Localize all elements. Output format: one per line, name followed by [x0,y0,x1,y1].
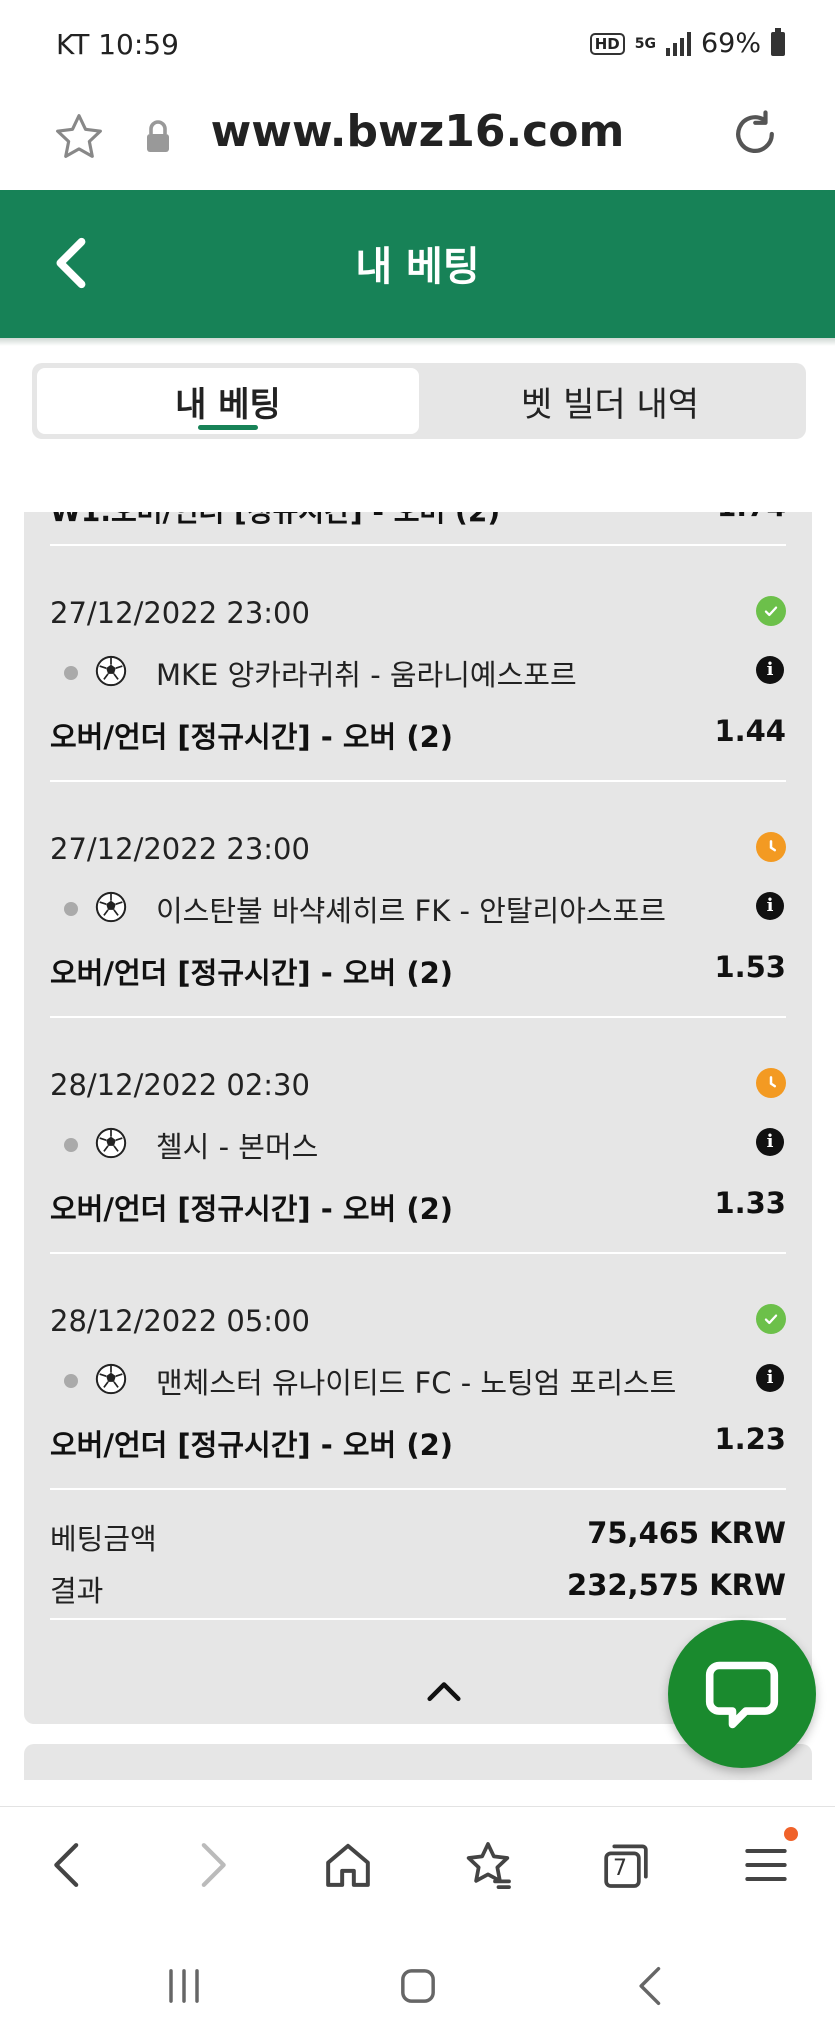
market-row: 오버/언더 [정규시간] - 오버 (2) 1.23 [50,1422,786,1464]
status-dot [64,1374,78,1388]
divider [50,1618,786,1620]
info-icon[interactable]: i [756,1128,784,1156]
won-check-icon [756,596,786,626]
battery-icon [771,27,785,56]
signal-icon [665,31,691,56]
pending-clock-icon [756,832,786,862]
pending-clock-icon [756,1068,786,1098]
bet-slip-card: W1.오버/언더 [정규시간] - 오버 (2) 1.74 27/12/2022… [24,512,812,1724]
won-check-icon [756,1304,786,1334]
browser-forward-icon[interactable] [184,1837,240,1893]
battery-percent: 69% [700,28,761,59]
recent-apps-icon[interactable] [158,1960,210,2012]
match-row: 맨체스터 유나이티드 FC - 노팅엄 포리스트 i [50,1358,786,1400]
hamburger-menu-icon [745,1849,787,1881]
tab-my-bets[interactable]: 내 베팅 [37,368,419,434]
info-icon[interactable]: i [756,1364,784,1392]
reload-icon[interactable] [727,106,783,162]
bet-date: 28/12/2022 05:00 [50,1304,310,1338]
soccer-ball-icon [95,891,127,923]
odds-value: 1.44 [714,714,786,748]
match-name: 첼시 - 본머스 [156,1130,319,1164]
match-name: MKE 앙카라귀취 - 움라니예스포르 [156,658,577,692]
status-dot [64,902,78,916]
info-icon[interactable]: i [756,892,784,920]
bet-selection: 27/12/2022 23:00 MKE 앙카라귀취 - 움라니예스포르 i 오… [50,512,786,782]
match-name: 맨체스터 유나이티드 FC - 노팅엄 포리스트 [156,1366,677,1400]
collapse-chevron-up-icon[interactable] [424,1678,464,1704]
result-label: 결과 [50,1574,104,1608]
bet-tabs: 내 베팅 벳 빌더 내역 [32,363,806,439]
match-name: 이스탄불 바샥셰히르 FK - 안탈리아스포르 [156,894,666,928]
bet-selection: 28/12/2022 02:30 첼시 - 본머스 i 오버/언더 [정규시간]… [50,984,786,1254]
tab-bet-builder-history[interactable]: 벳 빌더 내역 [419,368,801,434]
info-icon[interactable]: i [756,656,784,684]
bet-selection: 28/12/2022 05:00 맨체스터 유나이티드 FC - 노팅엄 포리스… [50,1220,786,1490]
match-row: MKE 앙카라귀취 - 움라니예스포르 i [50,650,786,692]
bet-date: 27/12/2022 23:00 [50,832,310,866]
divider [50,1488,786,1490]
status-bar: KT 10:59 HD 5G 69% [0,0,835,88]
tab-count: 7 [613,1856,627,1881]
result-value: 232,575 KRW [567,1568,786,1602]
status-icons: HD 5G 69% [589,27,785,59]
bet-date: 28/12/2022 02:30 [50,1068,310,1102]
result-row: 결과 232,575 KRW [50,1568,786,1620]
odds-value: 1.53 [714,950,786,984]
hd-icon: HD [589,32,625,55]
header-shadow [0,338,835,346]
network-5g-icon: 5G [634,35,656,52]
browser-url-bar: www.bwz16.com [0,88,835,190]
chat-bubble-icon [705,1661,779,1729]
browser-bottom-nav: 7 [0,1806,835,1926]
page-title: 내 베팅 [355,244,480,290]
stake-row: 베팅금액 75,465 KRW [50,1516,786,1568]
bet-date: 27/12/2022 23:00 [50,596,310,630]
home-icon[interactable] [320,1837,376,1893]
status-dot [64,1138,78,1152]
stake-value: 75,465 KRW [587,1516,786,1550]
status-dot [64,666,78,680]
url-text[interactable]: www.bwz16.com [0,106,835,157]
soccer-ball-icon [95,655,127,687]
soccer-ball-icon [95,1363,127,1395]
market-name: 오버/언더 [정규시간] - 오버 (2) [50,1428,454,1462]
carrier-time: KT 10:59 [56,28,179,61]
odds-value: 1.23 [714,1422,786,1456]
stake-label: 베팅금액 [50,1522,157,1556]
notification-dot [784,1827,798,1841]
match-row: 첼시 - 본머스 i [50,1122,786,1164]
menu-button[interactable] [738,1827,798,1893]
tabs-button[interactable]: 7 [598,1837,654,1893]
odds-value: 1.33 [714,1186,786,1220]
live-chat-button[interactable] [668,1620,816,1768]
app-header: 내 베팅 [0,190,835,338]
browser-back-icon[interactable] [40,1837,96,1893]
android-system-nav [0,1926,835,2042]
soccer-ball-icon [95,1127,127,1159]
match-row: 이스탄불 바샥셰히르 FK - 안탈리아스포르 i [50,886,786,928]
system-back-icon[interactable] [626,1960,678,2012]
bookmarks-star-icon[interactable] [460,1837,516,1893]
bet-selection: 27/12/2022 23:00 이스탄불 바샥셰히르 FK - 안탈리아스포르… [50,748,786,1018]
system-home-icon[interactable] [392,1960,444,2012]
bet-summary: 베팅금액 75,465 KRW 결과 232,575 KRW [50,1516,786,1620]
